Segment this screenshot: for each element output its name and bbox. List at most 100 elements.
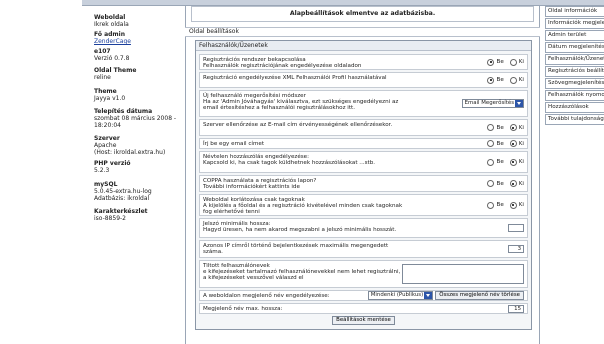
- server-value: Apache: [94, 142, 117, 149]
- server-title: Szerver: [94, 135, 120, 142]
- mysql-title: mySQL: [94, 181, 118, 188]
- radio-yes-label: Be: [496, 59, 504, 65]
- install-title: Telepítés dátuma: [94, 108, 153, 115]
- setting-label: Megjelenő név max. hossza:: [203, 306, 283, 312]
- radio-yes-label: Be: [496, 180, 504, 187]
- radio-no[interactable]: [509, 76, 517, 84]
- radio-yes[interactable]: [487, 201, 495, 209]
- admin-title: Fő admin: [94, 31, 125, 38]
- save-area: Beállítások mentése: [196, 316, 531, 325]
- charset-title: Karakterkészlet: [94, 208, 148, 215]
- chevron-down-icon: [517, 102, 521, 105]
- server-info: Szerver Apache (Host: ikroldal.extra.hu): [94, 135, 184, 156]
- nav-item-more-props[interactable]: További tulajdonságok: [545, 114, 604, 125]
- box-header: Felhasználók/Üzenetek: [196, 41, 531, 51]
- save-notice: Alapbeállítások elmentve az adatbázisba.: [191, 6, 534, 22]
- radio-yes[interactable]: [487, 180, 495, 187]
- radio-yes[interactable]: [487, 140, 495, 147]
- max-logins-input[interactable]: 3: [508, 245, 524, 253]
- radio-yes[interactable]: [487, 158, 495, 166]
- radio-no-label: Ki: [518, 59, 524, 65]
- radio-no[interactable]: [509, 201, 517, 209]
- main-content: Alapbeállítások elmentve az adatbázisba.…: [185, 0, 540, 344]
- radio-no-label: Ki: [518, 140, 524, 147]
- radio-no-label: Ki: [518, 180, 524, 187]
- setting-desc: Hagyd üresen, ha nem akarod megszabni a …: [203, 227, 397, 233]
- nav-item-comments[interactable]: Hozzászólások: [545, 102, 604, 113]
- password-length-input[interactable]: [508, 224, 524, 232]
- nav-item-date-display[interactable]: Dátum megjelenítése: [545, 42, 604, 53]
- setting-row-email-check: Szerver ellenőrzése az E-mail cím érvény…: [199, 119, 528, 136]
- theme-info: Theme Jayya v1.0: [94, 88, 184, 102]
- nav-item-site-info[interactable]: Oldal információk: [545, 6, 604, 17]
- display-name-select[interactable]: Mindenki (Publikus): [367, 291, 434, 300]
- radio-yes-label: Be: [496, 159, 504, 165]
- setting-row-members-only: Weboldal korlátozása csak tagoknak A kije…: [199, 194, 528, 216]
- radio-yes[interactable]: [487, 124, 495, 131]
- site-info: Weboldal Ikrek oldala: [94, 14, 184, 28]
- setting-row-confirm-method: Új felhasználó megerősítési módszer Ha az…: [199, 90, 528, 117]
- setting-desc: e kifejezéseket tartalmazó felhasználóne…: [203, 269, 401, 281]
- site-value: Ikrek oldala: [94, 21, 129, 28]
- server-host: (Host: ikroldal.extra.hu): [94, 149, 166, 156]
- setting-row-password-length: Jelszó minimális hossza: Hagyd üresen, ha…: [199, 218, 528, 238]
- mysql-info: mySQL 5.0.45-extra.hu-log Adatbázis: ikr…: [94, 181, 184, 202]
- name-max-length-input[interactable]: 15: [508, 304, 524, 313]
- radio-yes-label: Be: [496, 140, 504, 147]
- setting-row-display-name: A weboldalon megjelenő név engedélyezése…: [199, 290, 528, 301]
- e107-title: e107: [94, 48, 111, 55]
- setting-desc: További információkért kattints ide: [203, 184, 300, 190]
- nav-item-text-display[interactable]: Szövegmegjelenítés: [545, 78, 604, 89]
- radio-yes-label: Be: [496, 124, 504, 131]
- radio-no[interactable]: [509, 180, 517, 187]
- site-theme-title: Oldal Theme: [94, 67, 137, 74]
- charset-value: iso-8859-2: [94, 215, 126, 222]
- setting-desc: Felhasználók regisztrációjának engedélye…: [203, 63, 362, 69]
- setting-desc: Kapcsold ki, ha csak tagok küldhetnek ho…: [203, 160, 376, 166]
- clear-display-names-button[interactable]: Összes megjelenő név törlése: [435, 291, 524, 300]
- section-title: Oldal beállítások: [185, 27, 540, 37]
- setting-label: Azonos IP címről történő bejelentkezések…: [203, 243, 389, 255]
- mysql-value: 5.0.45-extra.hu-log: [94, 188, 152, 195]
- admin-link[interactable]: ZenderCage: [94, 38, 184, 45]
- e107-info: e107 Verzió 0.7.8: [94, 48, 184, 62]
- setting-row-name-max-length: Megjelenő név max. hossza: 15: [199, 303, 528, 314]
- site-theme-info: Oldal Theme reline: [94, 67, 184, 81]
- radio-no[interactable]: [509, 58, 517, 66]
- setting-row-anonymous: Névtelen hozzászólás engedélyezése: Kapcs…: [199, 151, 528, 173]
- radio-no[interactable]: [509, 158, 517, 166]
- banned-names-textarea[interactable]: [402, 264, 524, 284]
- site-title: Weboldal: [94, 14, 126, 21]
- radio-no-label: Ki: [518, 124, 524, 131]
- e107-version: Verzió 0.7.8: [94, 55, 130, 62]
- setting-label: Regisztráció engedélyezése XML Felhaszná…: [203, 75, 387, 81]
- setting-row-banned-names: Tiltott felhasználónevek e kifejezéseket …: [199, 260, 528, 288]
- radio-yes-label: Be: [496, 77, 504, 83]
- radio-no-label: Ki: [518, 202, 524, 208]
- nav-item-user-tracking[interactable]: Felhasználók nyomon: [545, 90, 604, 101]
- setting-label: Szerver ellenőrzése az E-mail cím érvény…: [203, 122, 393, 128]
- nav-item-registration[interactable]: Regisztrációs beállítások: [545, 66, 604, 77]
- setting-row-email-address: Írj be egy email címet Be Ki: [199, 138, 528, 149]
- confirm-method-select[interactable]: Email Megerősítés: [461, 99, 524, 108]
- nav-item-admin-area[interactable]: Admin terület: [545, 30, 604, 41]
- nav-item-display-info[interactable]: Információk megjelenítése: [545, 18, 604, 29]
- chevron-down-icon: [426, 294, 431, 297]
- nav-item-users-messages[interactable]: Felhasználók/Üzenetek: [545, 54, 604, 65]
- settings-box: Felhasználók/Üzenetek Regisztrációs rend…: [195, 40, 532, 330]
- php-title: PHP verzió: [94, 160, 131, 167]
- theme-title: Theme: [94, 88, 117, 95]
- radio-no[interactable]: [509, 124, 517, 131]
- right-nav: Oldal információk Információk megjelenít…: [540, 0, 604, 344]
- radio-yes[interactable]: [487, 58, 495, 66]
- php-info: PHP verzió 5.2.3: [94, 160, 184, 174]
- radio-no[interactable]: [509, 140, 517, 147]
- radio-yes[interactable]: [487, 76, 495, 84]
- theme-value: Jayya v1.0: [94, 95, 126, 102]
- mysql-db: Adatbázis: ikroldal: [94, 195, 150, 202]
- charset-info: Karakterkészlet iso-8859-2: [94, 208, 184, 222]
- left-sidebar: Weboldal Ikrek oldala Fő admin ZenderCag…: [0, 0, 185, 344]
- save-settings-button[interactable]: Beállítások mentése: [332, 316, 395, 325]
- setting-row-registration: Regisztrációs rendszer bekapcsolása Felha…: [199, 54, 528, 70]
- setting-row-max-logins: Azonos IP címről történő bejelentkezések…: [199, 240, 528, 258]
